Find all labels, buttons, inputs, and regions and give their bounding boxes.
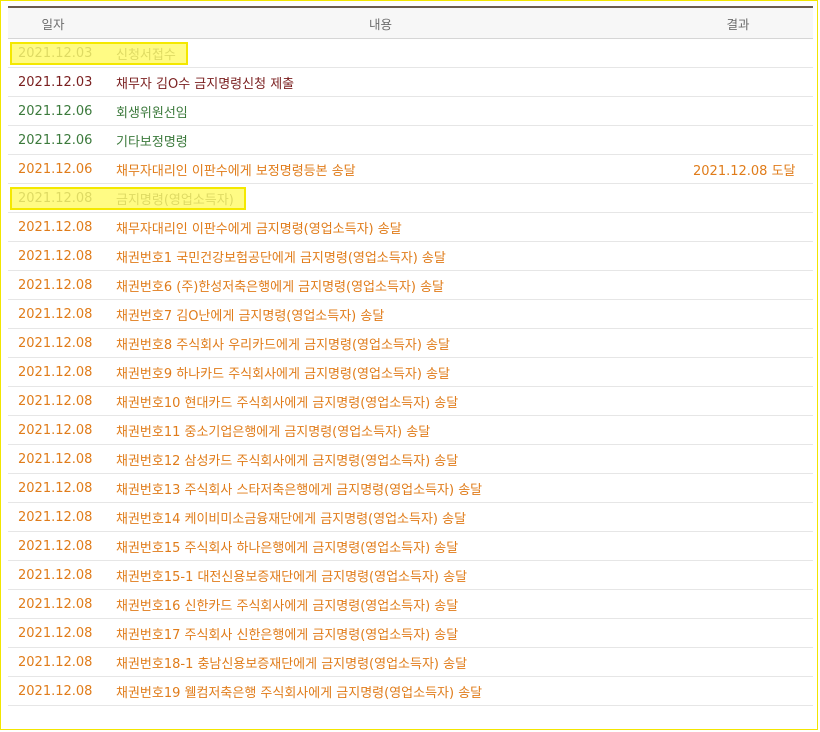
table-row: 2021.12.08 채권번호10 현대카드 주식회사에게 금지명령(영업소득자)… <box>8 387 813 416</box>
row-content: 채권번호19 웰컴저축은행 주식회사에게 금지명령(영업소득자) 송달 <box>116 685 483 701</box>
row-date: 2021.12.06 <box>18 103 93 119</box>
row-content: 채권번호10 현대카드 주식회사에게 금지명령(영업소득자) 송달 <box>116 395 459 411</box>
table-row: 2021.12.03신청서접수 <box>8 39 813 68</box>
row-content: 채권번호15 주식회사 하나은행에게 금지명령(영업소득자) 송달 <box>116 540 459 556</box>
row-result: 2021.12.08 도달 <box>693 163 796 179</box>
row-content: 회생위원선임 <box>116 105 188 121</box>
table-row: 2021.12.08 채권번호15-1 대전신용보증재단에게 금지명령(영업소득자… <box>8 561 813 590</box>
table-row: 2021.12.08 채권번호9 하나카드 주식회사에게 금지명령(영업소득자) … <box>8 358 813 387</box>
table-row: 2021.12.08금지명령(영업소득자) <box>8 184 813 213</box>
table-row: 2021.12.08 채무자대리인 이판수에게 금지명령(영업소득자) 송달 <box>8 213 813 242</box>
table-row: 2021.12.08 채권번호14 케이비미소금융재단에게 금지명령(영업소득자)… <box>8 503 813 532</box>
row-date: 2021.12.08 <box>18 451 93 467</box>
row-date: 2021.12.08 <box>18 219 93 235</box>
row-content: 채권번호1 국민건강보험공단에게 금지명령(영업소득자) 송달 <box>116 250 446 266</box>
row-date: 2021.12.08 <box>18 480 93 496</box>
table-row: 2021.12.06 회생위원선임 <box>8 97 813 126</box>
table-row: 2021.12.03 채무자 김O수 금지명령신청 제출 <box>8 68 813 97</box>
row-date: 2021.12.08 <box>18 422 93 438</box>
table-row: 2021.12.06 기타보정명령 <box>8 126 813 155</box>
highlight-box <box>10 42 188 65</box>
row-content: 채권번호7 김O난에게 금지명령(영업소득자) 송달 <box>116 308 385 324</box>
row-content: 채권번호18-1 충남신용보증재단에게 금지명령(영업소득자) 송달 <box>116 656 468 672</box>
row-date: 2021.12.08 <box>18 509 93 525</box>
row-content: 채무자대리인 이판수에게 금지명령(영업소득자) 송달 <box>116 221 402 237</box>
row-date: 2021.12.08 <box>18 335 93 351</box>
row-content: 채무자 김O수 금지명령신청 제출 <box>116 76 295 92</box>
row-content: 채권번호14 케이비미소금융재단에게 금지명령(영업소득자) 송달 <box>116 511 467 527</box>
row-content: 채권번호15-1 대전신용보증재단에게 금지명령(영업소득자) 송달 <box>116 569 468 585</box>
table-row: 2021.12.08 채권번호6 (주)한성저축은행에게 금지명령(영업소득자) … <box>8 271 813 300</box>
row-date: 2021.12.08 <box>18 567 93 583</box>
row-date: 2021.12.08 <box>18 683 93 699</box>
row-date: 2021.12.08 <box>18 277 93 293</box>
table-row: 2021.12.08 채권번호15 주식회사 하나은행에게 금지명령(영업소득자)… <box>8 532 813 561</box>
row-date: 2021.12.06 <box>18 161 93 177</box>
row-date: 2021.12.06 <box>18 132 93 148</box>
row-date: 2021.12.08 <box>18 538 93 554</box>
row-date: 2021.12.08 <box>18 654 93 670</box>
row-content: 채권번호6 (주)한성저축은행에게 금지명령(영업소득자) 송달 <box>116 279 444 295</box>
highlight-box <box>10 187 246 210</box>
row-content: 기타보정명령 <box>116 134 188 150</box>
row-date: 2021.12.08 <box>18 364 93 380</box>
row-content: 채권번호9 하나카드 주식회사에게 금지명령(영업소득자) 송달 <box>116 366 450 382</box>
row-content: 채권번호12 삼성카드 주식회사에게 금지명령(영업소득자) 송달 <box>116 453 459 469</box>
header-date: 일자 <box>41 16 65 32</box>
row-content: 채권번호17 주식회사 신한은행에게 금지명령(영업소득자) 송달 <box>116 627 459 643</box>
table-row: 2021.12.08 채권번호17 주식회사 신한은행에게 금지명령(영업소득자)… <box>8 619 813 648</box>
row-content: 채권번호13 주식회사 스타저축은행에게 금지명령(영업소득자) 송달 <box>116 482 483 498</box>
table-row: 2021.12.08 채권번호13 주식회사 스타저축은행에게 금지명령(영업소득… <box>8 474 813 503</box>
row-content: 채권번호11 중소기업은행에게 금지명령(영업소득자) 송달 <box>116 424 431 440</box>
row-date: 2021.12.08 <box>18 596 93 612</box>
header-result: 결과 <box>726 16 750 32</box>
row-date: 2021.12.08 <box>18 625 93 641</box>
table-body: 2021.12.03신청서접수 2021.12.03 채무자 김O수 금지명령신청 … <box>8 39 813 706</box>
row-date: 2021.12.08 <box>18 393 93 409</box>
table-row: 2021.12.08 채권번호8 주식회사 우리카드에게 금지명령(영업소득자) … <box>8 329 813 358</box>
table-row: 2021.12.08 채권번호16 신한카드 주식회사에게 금지명령(영업소득자)… <box>8 590 813 619</box>
table-header: 일자 내용 결과 <box>8 8 813 39</box>
row-content: 채권번호16 신한카드 주식회사에게 금지명령(영업소득자) 송달 <box>116 598 459 614</box>
table-row: 2021.12.08 채권번호1 국민건강보험공단에게 금지명령(영업소득자) 송… <box>8 242 813 271</box>
table-row: 2021.12.08 채권번호18-1 충남신용보증재단에게 금지명령(영업소득자… <box>8 648 813 677</box>
row-date: 2021.12.08 <box>18 306 93 322</box>
table-row: 2021.12.06 채무자대리인 이판수에게 보정명령등본 송달 2021.12.… <box>8 155 813 184</box>
case-history-table: 일자 내용 결과 2021.12.03신청서접수 2021.12.03 채무자 김O… <box>8 6 813 706</box>
table-row: 2021.12.08 채권번호19 웰컴저축은행 주식회사에게 금지명령(영업소득… <box>8 677 813 706</box>
row-date: 2021.12.08 <box>18 248 93 264</box>
row-content: 채무자대리인 이판수에게 보정명령등본 송달 <box>116 163 356 179</box>
table-row: 2021.12.08 채권번호11 중소기업은행에게 금지명령(영업소득자) 송달 <box>8 416 813 445</box>
header-content: 내용 <box>368 16 392 32</box>
row-date: 2021.12.03 <box>18 74 93 90</box>
table-row: 2021.12.08 채권번호7 김O난에게 금지명령(영업소득자) 송달 <box>8 300 813 329</box>
table-row: 2021.12.08 채권번호12 삼성카드 주식회사에게 금지명령(영업소득자)… <box>8 445 813 474</box>
row-content: 채권번호8 주식회사 우리카드에게 금지명령(영업소득자) 송달 <box>116 337 450 353</box>
